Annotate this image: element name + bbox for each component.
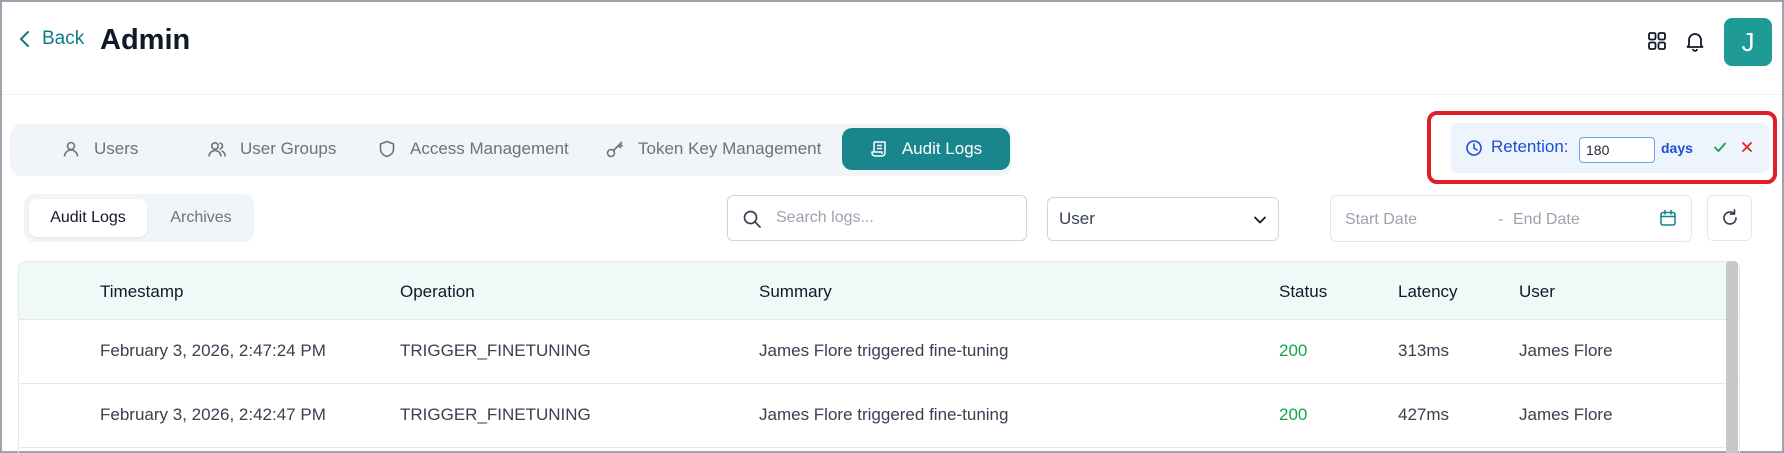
tab-audit-logs[interactable]: Audit Logs xyxy=(842,128,1010,170)
tab-label: User Groups xyxy=(240,139,337,158)
tab-users[interactable]: Users xyxy=(62,128,138,170)
log-subtabs: Audit Logs Archives xyxy=(24,194,254,242)
cell-summary: James Flore triggered fine-tuning xyxy=(759,341,1009,360)
refresh-button[interactable] xyxy=(1707,195,1752,241)
subtab-audit-logs[interactable]: Audit Logs xyxy=(29,199,147,237)
cell-timestamp: February 3, 2026, 2:42:47 PM xyxy=(100,405,326,424)
column-header: Latency xyxy=(1398,282,1458,301)
page-title: Admin xyxy=(100,24,191,56)
cell-user: James Flore xyxy=(1519,405,1613,424)
clock-icon xyxy=(1466,140,1482,156)
retention-panel: Retention: days xyxy=(1451,123,1769,173)
table-row[interactable]: February 3, 2026, 2:47:24 PM TRIGGER_FIN… xyxy=(19,320,1739,384)
end-date-field[interactable]: End Date xyxy=(1513,211,1580,229)
header-divider xyxy=(2,94,1782,95)
column-header: Operation xyxy=(400,282,475,301)
subtab-label: Audit Logs xyxy=(50,209,126,226)
table-header: Timestamp Operation Summary Status Laten… xyxy=(19,262,1739,320)
cell-user: James Flore xyxy=(1519,341,1613,360)
search-icon xyxy=(743,210,761,228)
cell-operation: TRIGGER_FINETUNING xyxy=(400,405,591,424)
tab-access-management[interactable]: Access Management xyxy=(378,128,569,170)
back-button[interactable]: Back xyxy=(18,28,84,50)
search-box xyxy=(727,195,1027,241)
chevron-down-icon xyxy=(1254,216,1266,224)
cell-timestamp: February 3, 2026, 2:47:24 PM xyxy=(100,341,326,360)
cell-status: 200 xyxy=(1279,405,1308,424)
bell-icon[interactable] xyxy=(1684,30,1706,52)
refresh-icon xyxy=(1723,209,1737,225)
user-icon xyxy=(63,141,79,157)
tab-user-groups[interactable]: User Groups xyxy=(208,128,336,170)
retention-days-input[interactable] xyxy=(1579,137,1655,163)
tab-label: Audit Logs xyxy=(901,139,983,158)
audit-log-table: Timestamp Operation Summary Status Laten… xyxy=(18,261,1740,453)
tab-token-key-management[interactable]: Token Key Management xyxy=(606,128,821,170)
table-row[interactable]: February 3, 2026, 2:42:47 PM TRIGGER_FIN… xyxy=(19,384,1739,448)
date-range-picker[interactable]: Start Date - End Date xyxy=(1330,195,1692,242)
column-header: Summary xyxy=(759,282,832,301)
retention-unit: days xyxy=(1661,140,1693,156)
search-input[interactable] xyxy=(776,204,1016,232)
chevron-left-icon xyxy=(20,31,29,47)
close-icon[interactable] xyxy=(1738,138,1756,156)
subtab-label: Archives xyxy=(170,209,232,226)
date-separator: - xyxy=(1498,211,1504,228)
key-icon xyxy=(606,141,623,158)
retention-label: Retention: xyxy=(1491,137,1569,156)
column-header: Status xyxy=(1279,282,1328,301)
shield-icon xyxy=(379,140,395,158)
table-scrollbar[interactable] xyxy=(1726,261,1738,453)
cell-latency: 427ms xyxy=(1398,405,1450,424)
cell-status: 200 xyxy=(1279,341,1308,360)
column-header: User xyxy=(1519,282,1555,301)
start-date-field[interactable]: Start Date xyxy=(1345,211,1417,229)
scroll-icon xyxy=(871,141,886,157)
user-filter-value: User xyxy=(1059,209,1095,228)
subtab-archives[interactable]: Archives xyxy=(151,199,251,237)
check-icon[interactable] xyxy=(1711,138,1729,156)
users-icon xyxy=(208,141,226,157)
column-header: Timestamp xyxy=(100,282,184,301)
user-filter-select[interactable]: User xyxy=(1047,197,1279,241)
cell-summary: James Flore triggered fine-tuning xyxy=(759,405,1009,424)
avatar[interactable]: J xyxy=(1724,18,1772,66)
tab-label: Token Key Management xyxy=(638,139,822,158)
admin-tabs: Users User Groups Access Management Toke… xyxy=(10,124,1012,176)
tab-label: Users xyxy=(94,139,139,158)
cell-latency: 313ms xyxy=(1398,341,1450,360)
grid-icon[interactable] xyxy=(1646,30,1668,52)
cell-operation: TRIGGER_FINETUNING xyxy=(400,341,591,360)
back-label: Back xyxy=(42,28,85,49)
calendar-icon[interactable] xyxy=(1659,209,1677,227)
avatar-initial: J xyxy=(1741,26,1755,57)
tab-label: Access Management xyxy=(410,139,569,158)
